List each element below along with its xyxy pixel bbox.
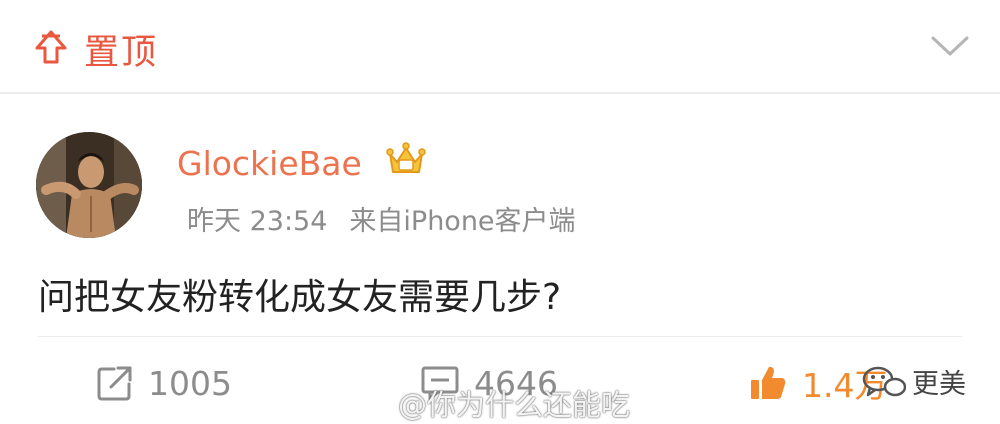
chevron-down-icon[interactable] <box>930 34 970 58</box>
post-source[interactable]: 来自iPhone客户端 <box>349 206 575 237</box>
weibo-watermark: @你为什么还能吃 <box>398 388 631 422</box>
avatar-image <box>36 132 142 238</box>
pinned-header[interactable]: 置顶 <box>0 0 1000 94</box>
divider <box>38 336 962 337</box>
post-time: 昨天 23:54 <box>187 206 328 237</box>
vip-crown-icon[interactable] <box>386 140 426 178</box>
wechat-account-name: 更美 <box>912 369 966 400</box>
repost-button[interactable]: 1005 <box>96 360 232 406</box>
avatar[interactable] <box>36 132 142 238</box>
like-icon <box>751 366 786 399</box>
pin-icon <box>35 30 67 64</box>
pinned-label: 置顶 <box>84 33 159 73</box>
wechat-icon <box>862 366 906 396</box>
author-name[interactable]: GlockieBae <box>177 144 362 183</box>
wechat-account-mark: 更美 <box>862 362 966 401</box>
repost-count: 1005 <box>148 363 232 403</box>
post-text: 问把女友粉转化成女友需要几步? <box>38 277 562 318</box>
repost-icon <box>97 366 132 401</box>
post-meta: 昨天 23:54 来自iPhone客户端 <box>177 199 576 238</box>
